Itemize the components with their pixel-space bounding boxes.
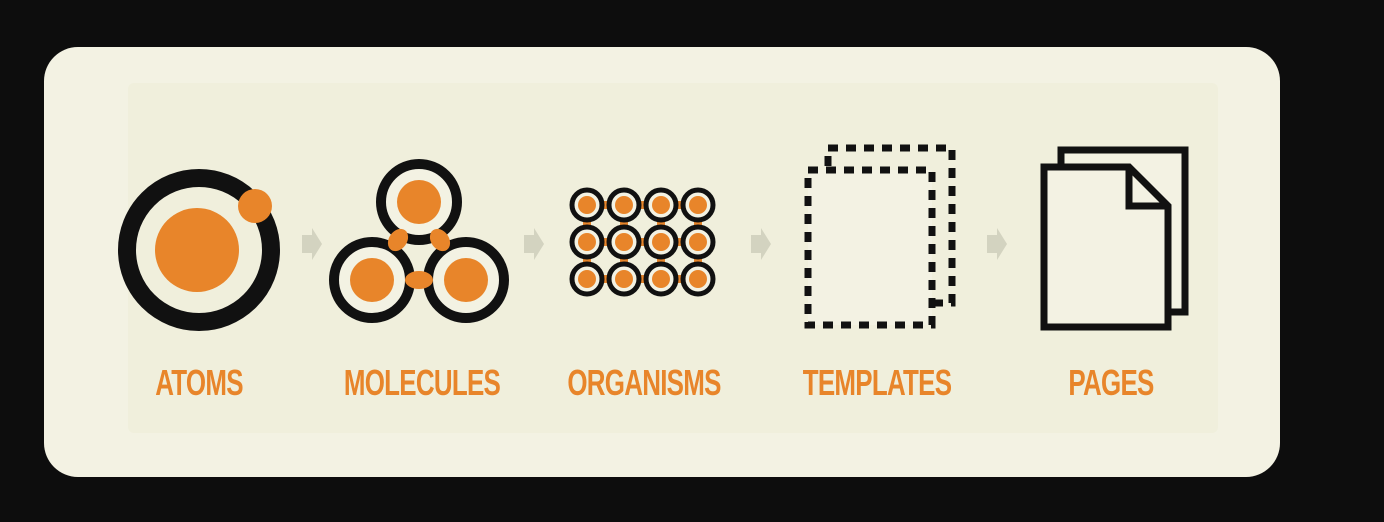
arrow-icon: [302, 228, 322, 260]
atom-icon: [118, 169, 280, 331]
organism-cell-core: [578, 270, 596, 288]
organism-cell-core: [578, 196, 596, 214]
template-icon: [804, 144, 956, 329]
arrow-icon: [987, 228, 1007, 260]
organism-cell-core: [689, 196, 707, 214]
molecule-icon: [329, 159, 509, 323]
organism-cell-core: [615, 233, 633, 251]
stage-label-templates: TEMPLATES: [802, 362, 952, 403]
atomic-design-diagram: [118, 144, 1189, 331]
organism-cell-core: [652, 270, 670, 288]
organism-cell-core: [652, 233, 670, 251]
stage-label-atoms: ATOMS: [155, 362, 243, 403]
arrow-icon: [524, 228, 544, 260]
organism-cell-core: [689, 270, 707, 288]
organism-cell-core: [689, 233, 707, 251]
organism-cell-core: [578, 233, 596, 251]
organism-icon: [569, 187, 716, 297]
organism-cell-core: [652, 196, 670, 214]
stage-label-organisms: ORGANISMS: [567, 362, 721, 403]
stage-label-molecules: MOLECULES: [343, 362, 501, 403]
stage-label-pages: PAGES: [1068, 362, 1154, 403]
organism-cell-core: [615, 196, 633, 214]
atomic-design-card: ATOMS MOLECULES ORGANISMS TEMPLATES PAGE…: [44, 47, 1280, 477]
organism-cell-core: [615, 270, 633, 288]
arrow-icon: [751, 228, 771, 260]
pages-icon: [1040, 146, 1189, 331]
